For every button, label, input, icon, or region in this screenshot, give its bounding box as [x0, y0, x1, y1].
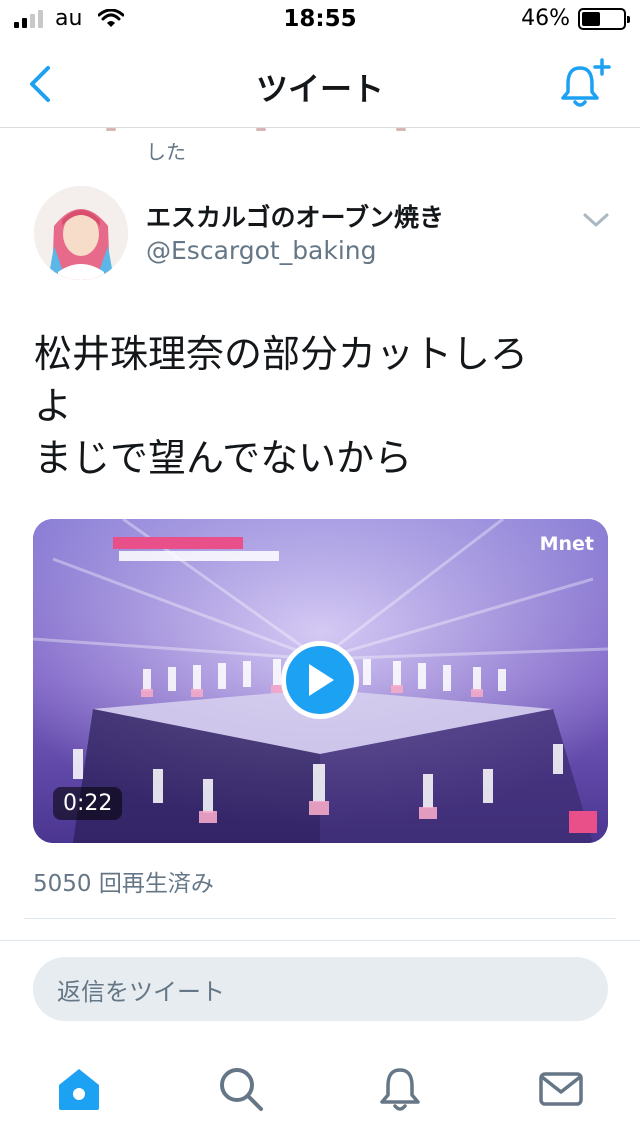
battery-fill: [582, 11, 601, 26]
previous-tweet-text: した: [146, 140, 186, 164]
divider: [24, 918, 616, 919]
tab-bar: [0, 1040, 640, 1136]
avatar[interactable]: [34, 186, 128, 280]
previous-tweet-fragment: した: [106, 128, 406, 165]
page-title: ツイート: [255, 70, 384, 108]
nav-bar: ツイート: [0, 40, 640, 128]
video-player[interactable]: Mnet 0:22: [33, 519, 608, 843]
battery-icon: [578, 7, 630, 30]
channel-watermark: Mnet: [539, 533, 594, 555]
mail-icon[interactable]: [536, 1064, 586, 1114]
chevron-down-icon[interactable]: [582, 210, 610, 230]
bell-icon[interactable]: [375, 1064, 425, 1114]
author-name[interactable]: エスカルゴのオーブン焼き: [146, 198, 444, 234]
tweet-text-line: 松井珠理奈の部分カットしろ: [34, 332, 529, 376]
reply-input[interactable]: 返信をツイート: [33, 957, 608, 1021]
home-icon[interactable]: [54, 1064, 104, 1114]
divider: [0, 940, 640, 941]
bell-plus-icon[interactable]: [556, 56, 612, 112]
view-count: 5050 回再生済み: [33, 871, 214, 897]
tweet-text-line: よ: [34, 384, 73, 428]
battery-percent: 46%: [521, 6, 570, 31]
tweet-detail-screen: au 18:55 46% ツイート した エスカルゴのオーブン焼き @Escar…: [0, 0, 640, 1136]
play-button[interactable]: [281, 641, 359, 719]
status-right: 46%: [521, 6, 630, 31]
tweet-text-line: まじで望んでないから: [34, 436, 413, 480]
tweet-text: 松井珠理奈の部分カットしろ よ まじで望んでないから: [34, 328, 604, 484]
reply-placeholder: 返信をツイート: [57, 977, 225, 1006]
video-duration: 0:22: [53, 787, 123, 820]
truncated-decoration: [106, 128, 406, 134]
status-bar: au 18:55 46%: [0, 0, 640, 40]
avatar-image: [34, 186, 128, 280]
author-handle[interactable]: @Escargot_baking: [146, 236, 377, 265]
search-icon[interactable]: [216, 1064, 266, 1114]
play-icon: [309, 664, 334, 696]
